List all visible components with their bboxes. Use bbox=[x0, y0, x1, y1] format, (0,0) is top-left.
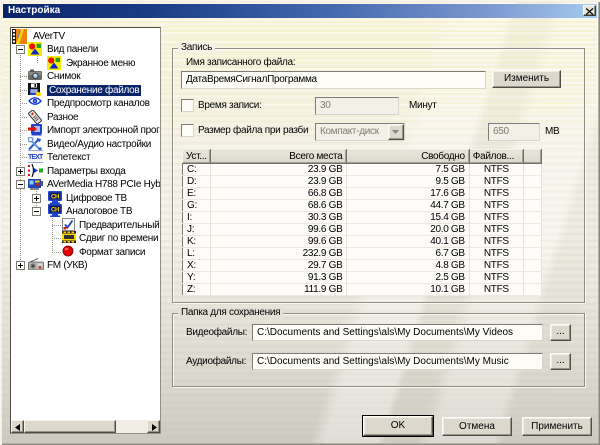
svg-text:CH: CH bbox=[51, 195, 59, 201]
svg-text:TEXT: TEXT bbox=[28, 154, 43, 161]
svg-text:CH: CH bbox=[51, 208, 59, 214]
